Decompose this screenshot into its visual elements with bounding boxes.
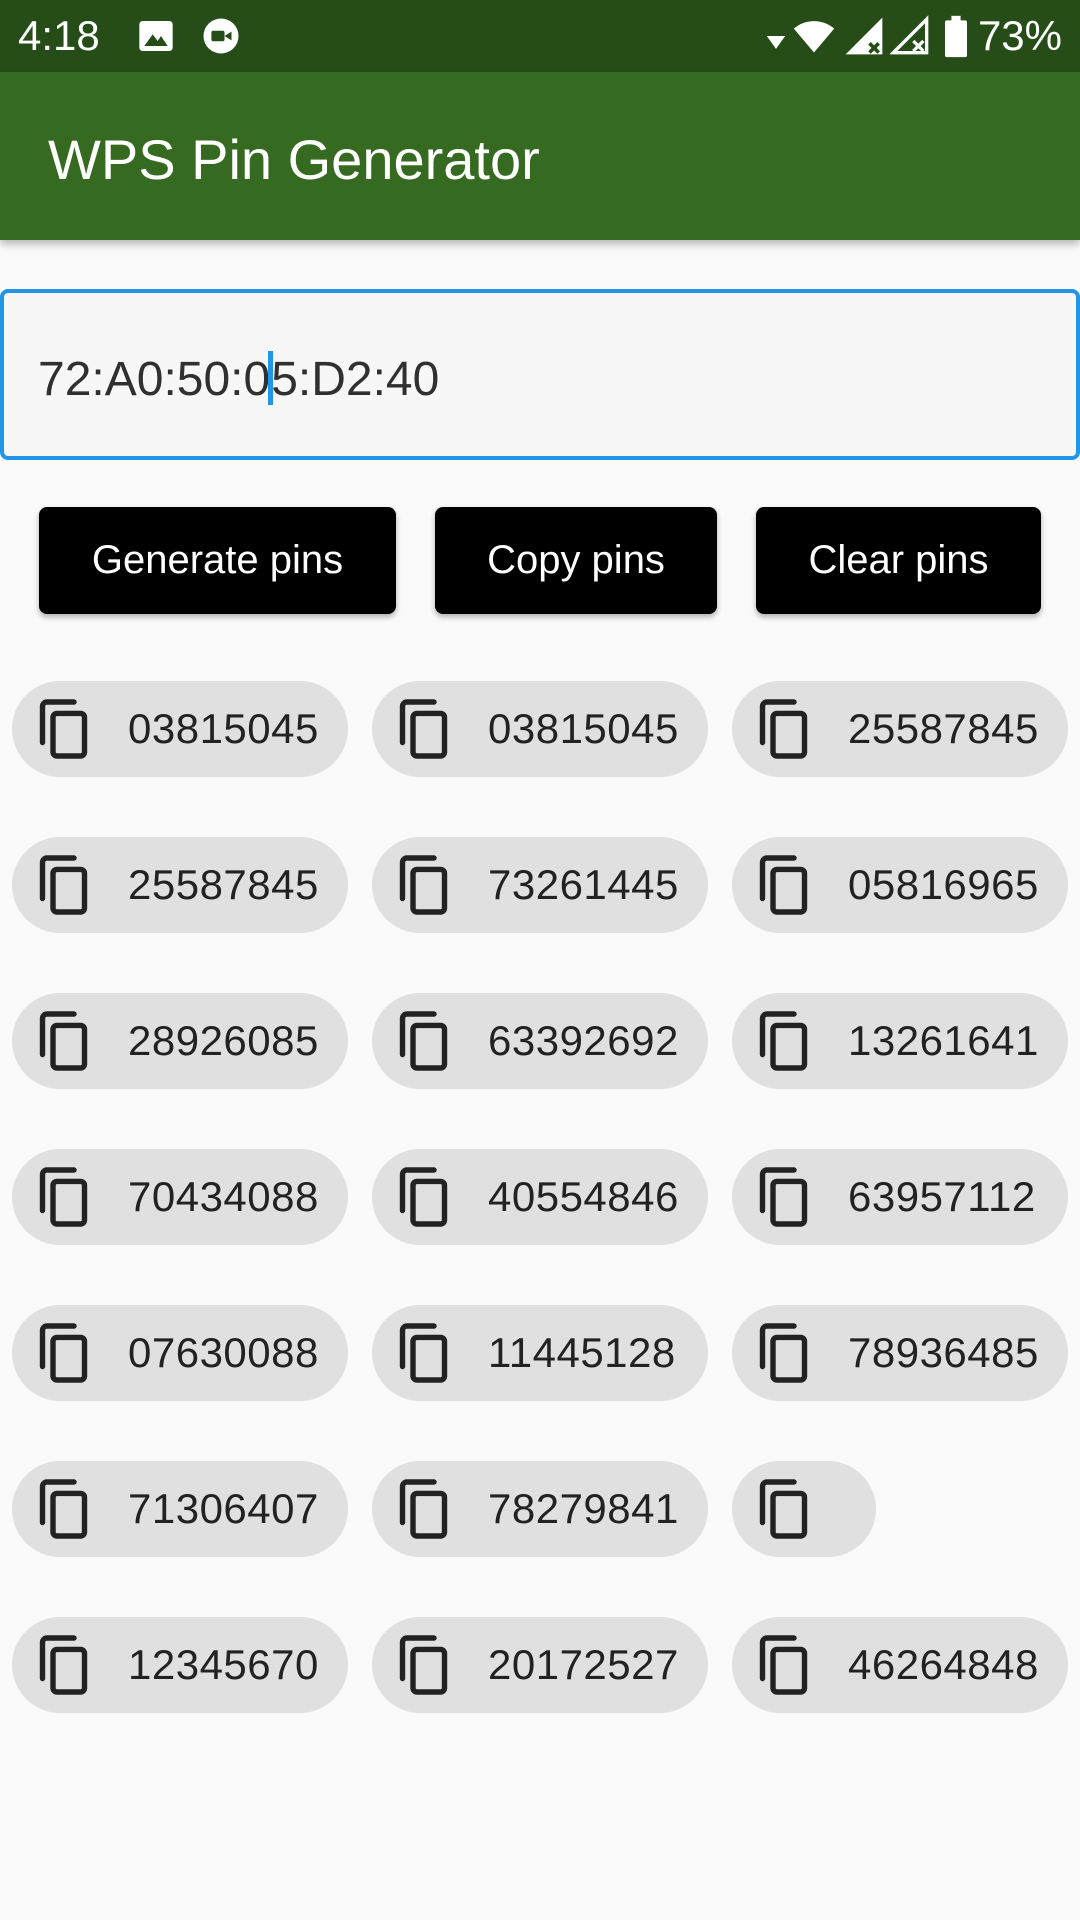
pin-chip[interactable]: 20172527 xyxy=(372,1617,708,1713)
pin-chip[interactable]: 46264848 xyxy=(732,1617,1068,1713)
pin-value: 28926085 xyxy=(128,1017,319,1064)
copy-icon xyxy=(759,1635,808,1695)
pin-value: 03815045 xyxy=(128,705,319,752)
pin-chip[interactable]: 03815045 xyxy=(12,681,348,777)
copy-icon xyxy=(759,1167,808,1227)
pin-value: 78936485 xyxy=(848,1329,1039,1376)
copy-icon xyxy=(39,1167,88,1227)
pin-chip[interactable]: 40554846 xyxy=(372,1149,708,1245)
copy-pins-button[interactable]: Copy pins xyxy=(435,507,717,614)
copy-icon xyxy=(759,699,808,759)
generate-pins-button[interactable]: Generate pins xyxy=(39,507,396,614)
pin-value: 11445128 xyxy=(488,1329,676,1376)
pin-value: 13261641 xyxy=(848,1017,1039,1064)
pin-chip[interactable]: 73261445 xyxy=(372,837,708,933)
pin-chip[interactable]: 63392692 xyxy=(372,993,708,1089)
pin-value: 40554846 xyxy=(488,1173,679,1220)
mac-address-value[interactable]: 72:A0:50:05:D2:40 xyxy=(38,351,439,408)
copy-icon xyxy=(759,1323,808,1383)
copy-icon xyxy=(39,855,88,915)
pin-chip[interactable]: 63957112 xyxy=(732,1149,1068,1245)
pin-grid: 03815045 03815045 25587845 25587845 73261445… xyxy=(12,681,1068,1713)
battery-icon xyxy=(945,15,967,58)
copy-icon xyxy=(399,699,448,759)
pin-value: 25587845 xyxy=(128,861,319,908)
video-call-icon xyxy=(203,18,239,54)
pin-value: 25587845 xyxy=(848,705,1039,752)
pin-chip[interactable]: 25587845 xyxy=(12,837,348,933)
pin-chip[interactable]: 71306407 xyxy=(12,1461,348,1557)
pin-value: 78279841 xyxy=(488,1485,679,1532)
copy-icon xyxy=(399,1323,448,1383)
mac-address-input[interactable]: 72:A0:50:05:D2:40 xyxy=(0,289,1080,460)
pin-chip[interactable]: 03815045 xyxy=(372,681,708,777)
pin-value: 07630088 xyxy=(128,1329,319,1376)
app-title: WPS Pin Generator xyxy=(48,128,540,191)
copy-icon xyxy=(759,1011,808,1071)
copy-icon xyxy=(399,1167,448,1227)
pin-value: 73261445 xyxy=(488,861,679,908)
copy-icon xyxy=(759,855,808,915)
pin-value: 70434088 xyxy=(128,1173,319,1220)
copy-icon xyxy=(39,1011,88,1071)
pin-chip[interactable]: 78936485 xyxy=(732,1305,1068,1401)
status-time: 4:18 xyxy=(18,12,100,59)
pin-chip[interactable]: 28926085 xyxy=(12,993,348,1089)
pin-value: 46264848 xyxy=(848,1641,1039,1688)
copy-icon xyxy=(399,855,448,915)
pin-value: 12345670 xyxy=(128,1641,319,1688)
copy-icon xyxy=(399,1011,448,1071)
app-bar: WPS Pin Generator xyxy=(0,72,1080,240)
pin-value: 71306407 xyxy=(128,1485,319,1532)
pin-chip[interactable]: 13261641 xyxy=(732,993,1068,1089)
copy-icon xyxy=(39,1323,88,1383)
copy-icon xyxy=(39,699,88,759)
pin-chip[interactable] xyxy=(732,1461,876,1557)
pin-chip[interactable]: 78279841 xyxy=(372,1461,708,1557)
pin-chip[interactable]: 11445128 xyxy=(372,1305,708,1401)
clear-pins-button[interactable]: Clear pins xyxy=(756,507,1041,614)
pin-value: 63392692 xyxy=(488,1017,679,1064)
copy-icon xyxy=(39,1479,88,1539)
pin-chip[interactable]: 05816965 xyxy=(732,837,1068,933)
copy-icon xyxy=(399,1479,448,1539)
copy-icon xyxy=(399,1635,448,1695)
signal-no-data-icon xyxy=(890,15,929,55)
pin-chip[interactable]: 07630088 xyxy=(12,1305,348,1401)
image-icon xyxy=(139,21,173,51)
pin-value: 63957112 xyxy=(848,1173,1036,1220)
pin-value: 03815045 xyxy=(488,705,679,752)
wifi-icon xyxy=(793,21,835,53)
pin-chip[interactable]: 25587845 xyxy=(732,681,1068,777)
wifi-arrow-icon xyxy=(766,36,786,49)
battery-percentage: 73% xyxy=(977,12,1062,59)
status-bar: 4:18 73% xyxy=(0,0,1080,72)
pin-chip[interactable]: 12345670 xyxy=(12,1617,348,1713)
copy-icon xyxy=(759,1479,808,1539)
pin-value: 05816965 xyxy=(848,861,1039,908)
copy-icon xyxy=(39,1635,88,1695)
pin-value: 20172527 xyxy=(488,1641,679,1688)
pin-chip[interactable]: 70434088 xyxy=(12,1149,348,1245)
signal-icon xyxy=(845,17,883,55)
